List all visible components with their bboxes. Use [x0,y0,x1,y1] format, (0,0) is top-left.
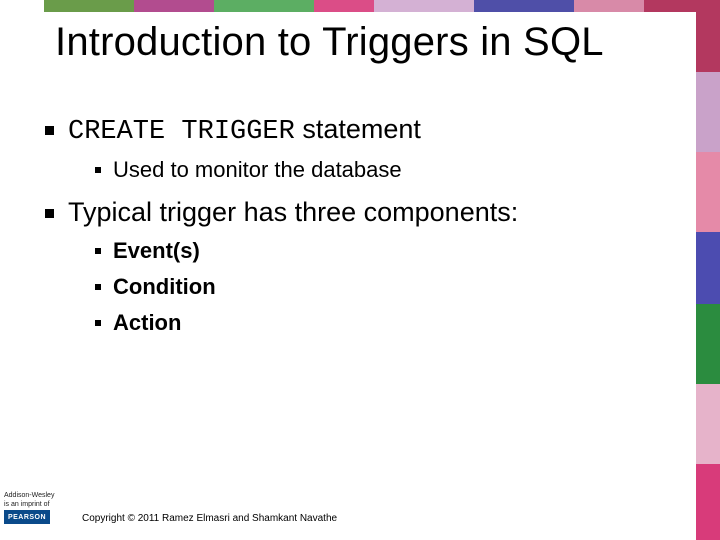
slide-body: CREATE TRIGGER statement Used to monitor … [45,100,670,346]
side-stripe [696,232,720,304]
top-stripe [314,0,374,12]
text-run: Condition [113,274,216,299]
side-stripe-group [696,0,720,540]
bullet-marker [95,248,101,254]
bullet-text: Typical trigger has three components: [68,197,518,228]
bullet-marker [45,126,54,135]
top-stripe [374,0,474,12]
side-stripe [696,464,720,540]
bullet-text: Used to monitor the database [113,157,402,183]
pearson-badge: PEARSON [4,510,50,524]
top-stripe [134,0,214,12]
side-stripe [696,152,720,232]
bullet-level1: Typical trigger has three components: [45,197,670,228]
side-stripe [696,72,720,152]
bullet-level1: CREATE TRIGGER statement [45,114,670,147]
slide: Introduction to Triggers in SQL CREATE T… [0,0,720,540]
slide-title: Introduction to Triggers in SQL [55,20,680,65]
side-stripe [696,304,720,384]
bullet-level2: Condition [95,274,670,300]
top-stripe [574,0,644,12]
bullet-level2: Used to monitor the database [95,157,670,183]
text-run: Used to monitor the database [113,157,402,182]
bullet-level2: Event(s) [95,238,670,264]
text-run: Action [113,310,181,335]
publisher-logo: Addison-Wesley is an imprint of PEARSON [4,492,74,524]
bullet-text: Event(s) [113,238,200,264]
side-stripe [696,0,720,72]
bullet-marker [95,320,101,326]
text-run: statement [295,114,421,144]
bullet-marker [95,167,101,173]
bullet-text: Condition [113,274,216,300]
top-stripe [44,0,134,12]
text-run: Event(s) [113,238,200,263]
publisher-line1: Addison-Wesley [4,492,74,499]
bullet-text: Action [113,310,181,336]
top-stripe [474,0,574,12]
side-stripe [696,384,720,464]
text-run: CREATE TRIGGER [68,117,295,147]
publisher-line2: is an imprint of [4,501,74,508]
text-run: Typical trigger has three components: [68,197,518,227]
bullet-text: CREATE TRIGGER statement [68,114,421,147]
bullet-marker [45,209,54,218]
copyright-text: Copyright © 2011 Ramez Elmasri and Shamk… [82,513,337,524]
top-stripe [644,0,696,12]
bullet-level2: Action [95,310,670,336]
bullet-marker [95,284,101,290]
top-stripe [214,0,314,12]
